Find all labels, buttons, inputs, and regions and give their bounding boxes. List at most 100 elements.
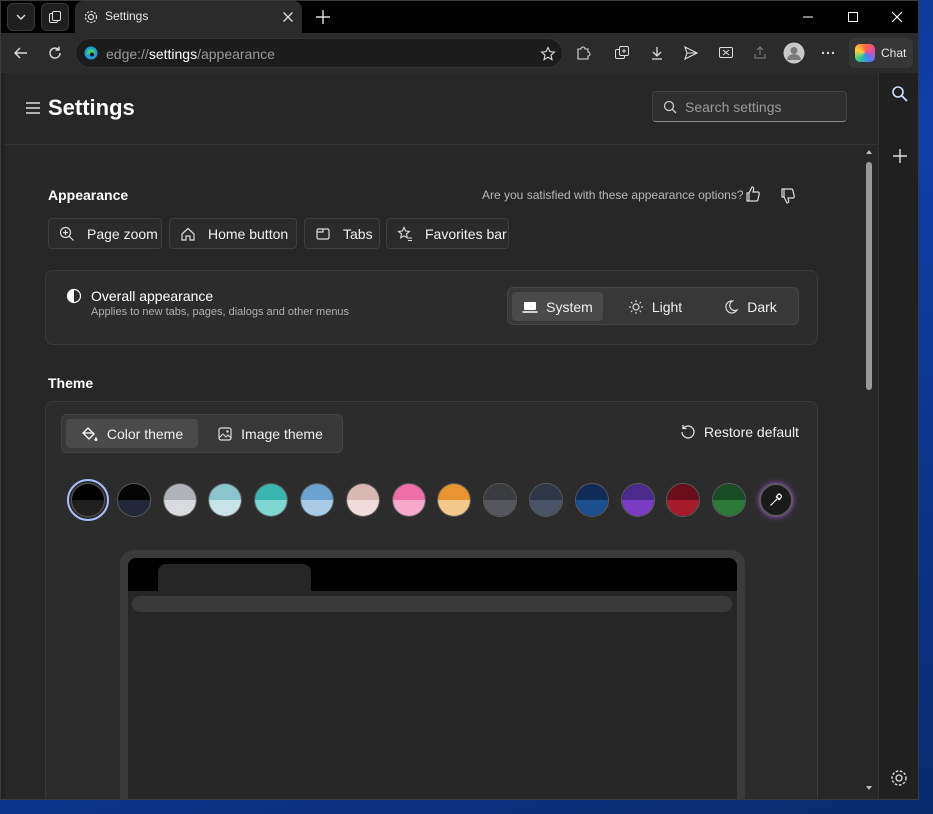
close-tab-icon[interactable] [282,11,294,23]
swatch-top-half [575,484,608,500]
send-button[interactable] [677,39,705,67]
sidebar-add-icon[interactable] [891,147,909,165]
copilot-icon [855,44,875,62]
color-swatch[interactable] [300,483,334,517]
color-swatch[interactable] [254,483,289,517]
chip-label: Page zoom [87,225,158,242]
color-swatch[interactable] [391,483,426,517]
color-swatch[interactable] [437,483,472,517]
browser-toolbar: edge://settings/appearance Chat [1,33,918,73]
refresh-button[interactable] [41,39,69,67]
settings-scroll-area: Appearance Are you satisfied with these … [5,146,878,799]
tab-image-theme[interactable]: Image theme [202,419,338,448]
gear-icon [84,10,98,24]
color-swatch[interactable] [574,483,609,517]
thumbs-down-icon[interactable] [779,187,797,205]
address-bar[interactable]: edge://settings/appearance [75,38,563,68]
more-menu-button[interactable] [814,39,842,67]
scrollbar-thumb[interactable] [866,162,872,390]
minimize-icon [803,16,813,18]
swatch-bottom-half [117,500,150,516]
scroll-up-icon[interactable] [865,148,873,156]
color-swatch[interactable] [67,479,109,521]
preview-tab-strip [128,558,737,591]
browser-window: Settings edge://settings/appearance Chat… [0,0,919,800]
minimize-button[interactable] [786,1,830,33]
appearance-heading: Appearance [48,187,129,203]
preview-tab [158,564,311,591]
swatch-bottom-half [301,500,333,516]
url-path: /appearance [197,46,275,62]
overall-appearance-card: Overall appearance Applies to new tabs, … [45,270,818,345]
sun-icon [628,299,643,314]
download-icon [652,47,662,60]
color-swatch[interactable] [483,483,518,517]
downloads-button[interactable] [643,39,671,67]
new-tab-button[interactable] [309,3,337,31]
scroll-down-icon[interactable] [865,784,873,792]
color-swatch[interactable] [620,483,655,517]
swatch-bottom-half [346,500,379,516]
mode-dark-button[interactable]: Dark [705,292,795,321]
color-swatch[interactable] [208,483,243,517]
swatch-top-half [163,484,196,500]
feedback-question: Are you satisfied with these appearance … [482,188,744,202]
mode-light-button[interactable]: Light [608,292,702,321]
tab-settings[interactable]: Settings [75,1,302,33]
maximize-button[interactable] [831,1,875,33]
tab-actions-button[interactable] [7,3,35,31]
mode-label: System [546,298,593,315]
search-settings-input[interactable]: Search settings [652,91,847,122]
collections-icon [615,46,629,59]
send-icon [684,45,699,61]
copilot-chat-button[interactable]: Chat [849,38,913,68]
favorite-star-icon[interactable] [540,46,556,62]
workspaces-icon [49,11,61,23]
eyedropper-icon [770,493,782,506]
custom-color-picker-button[interactable] [759,483,793,517]
theme-heading: Theme [48,375,94,391]
url-scheme: edge:// [106,46,149,62]
moon-icon [725,299,739,314]
sidebar-settings-gear-icon[interactable] [889,768,909,788]
scrollbar[interactable] [863,148,875,798]
swatch-top-half [301,484,333,500]
back-button[interactable] [7,39,35,67]
collections-button[interactable] [608,39,636,67]
screenshot-icon [719,47,733,58]
theme-type-selector: Color theme Image theme [61,414,343,453]
color-swatch[interactable] [162,483,197,517]
screenshot-button[interactable] [712,39,740,67]
close-window-button[interactable] [875,1,918,33]
thumbs-up-icon[interactable] [744,185,762,203]
share-button[interactable] [746,39,774,67]
ellipsis-icon [821,51,835,55]
color-swatch[interactable] [345,483,380,517]
tab-color-theme[interactable]: Color theme [66,419,198,448]
mode-system-button[interactable]: System [512,292,603,321]
swatch-top-half [621,484,654,500]
extensions-button[interactable] [569,39,597,67]
home-icon [181,227,195,241]
puzzle-icon [577,46,591,60]
color-swatch[interactable] [116,483,151,517]
mode-label: Dark [747,298,777,315]
workspaces-button[interactable] [41,3,69,31]
theme-card: Color theme Image theme Restore default [45,401,818,799]
paint-bucket-icon [81,426,98,441]
color-swatch[interactable] [666,483,701,517]
sidebar-search-icon[interactable] [891,85,909,103]
chip-tabs[interactable]: Tabs [304,218,380,249]
chip-page-zoom[interactable]: Page zoom [48,218,162,249]
edge-logo-icon [84,46,98,60]
profile-button[interactable] [780,39,808,67]
url-text: edge://settings/appearance [106,46,275,62]
chip-favorites-bar[interactable]: Favorites bar [386,218,509,249]
hamburger-menu-icon[interactable] [23,98,43,118]
color-swatch[interactable] [529,483,563,517]
settings-page: Settings Search settings Appearance Are … [5,73,878,799]
color-swatch[interactable] [712,483,747,517]
refresh-icon [49,46,61,59]
restore-default-button[interactable]: Restore default [680,424,799,440]
chip-home-button[interactable]: Home button [169,218,297,249]
